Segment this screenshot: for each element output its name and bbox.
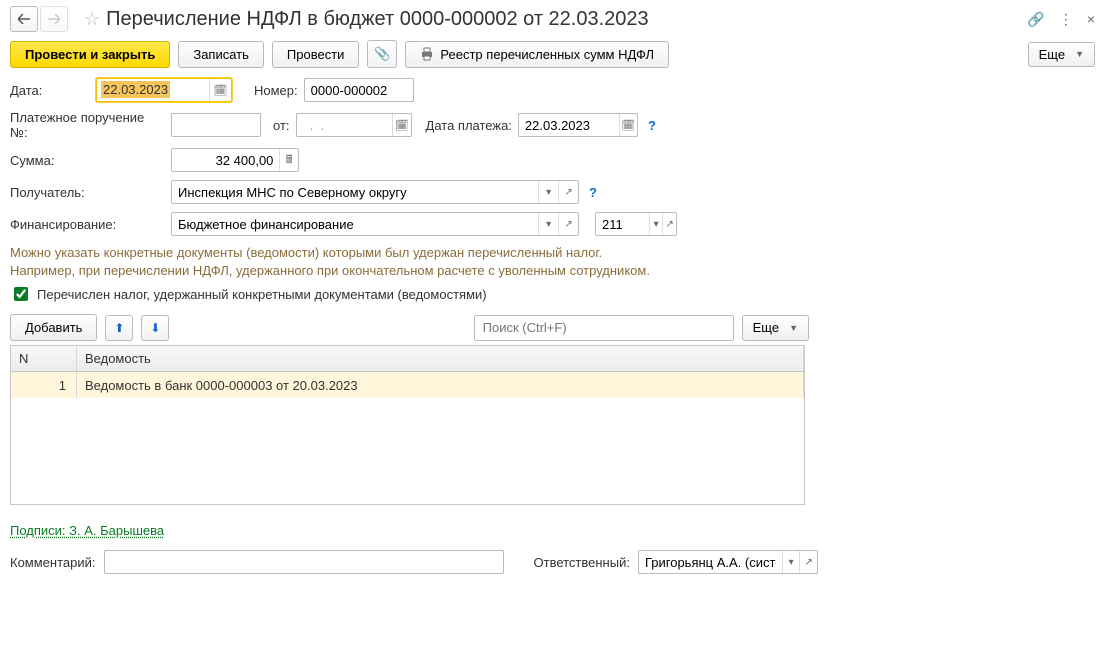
open-icon[interactable] — [799, 551, 817, 573]
from-date-field[interactable] — [296, 113, 412, 137]
amount-input[interactable] — [172, 149, 279, 171]
move-up-button[interactable]: ⬆ — [105, 315, 133, 341]
add-button[interactable]: Добавить — [10, 314, 97, 341]
table-header: N Ведомость — [11, 346, 804, 372]
payment-date-input[interactable] — [519, 114, 619, 136]
search-input[interactable] — [475, 316, 733, 340]
responsible-field[interactable] — [638, 550, 818, 574]
dropdown-icon[interactable] — [649, 213, 663, 235]
printer-icon — [420, 47, 434, 61]
more-label: Еще — [1039, 47, 1065, 62]
more-vertical-icon[interactable]: ⋮ — [1059, 11, 1073, 28]
comment-input[interactable] — [105, 551, 503, 573]
dropdown-icon[interactable] — [538, 181, 558, 203]
open-icon[interactable] — [662, 213, 676, 235]
open-icon[interactable] — [558, 213, 578, 235]
registry-button[interactable]: Реестр перечисленных сумм НДФЛ — [405, 41, 669, 68]
payment-order-field[interactable] — [171, 113, 261, 137]
table-more-button[interactable]: Еще ▼ — [742, 315, 809, 341]
search-field[interactable] — [474, 315, 734, 341]
move-down-button[interactable]: ⬇ — [141, 315, 169, 341]
payment-date-label: Дата платежа: — [426, 118, 512, 133]
chevron-down-icon: ▼ — [789, 323, 798, 333]
date-value: 22.03.2023 — [101, 81, 170, 98]
date-field[interactable]: 22.03.2023 — [96, 78, 232, 102]
help-icon[interactable]: ? — [585, 185, 601, 200]
recipient-field[interactable] — [171, 180, 579, 204]
paperclip-icon: 📎 — [374, 46, 390, 62]
payment-order-label: Платежное поручение №: — [10, 110, 165, 140]
cell-document: Ведомость в банк 0000-000003 от 20.03.20… — [77, 372, 804, 398]
from-date-input[interactable] — [297, 114, 393, 136]
kosgu-input[interactable] — [596, 213, 649, 235]
responsible-label: Ответственный: — [534, 555, 630, 570]
attach-button[interactable]: 📎 — [367, 40, 397, 68]
forward-button[interactable] — [40, 6, 68, 32]
payment-date-field[interactable] — [518, 113, 638, 137]
col-number-header[interactable]: N — [11, 346, 77, 371]
calculator-icon[interactable] — [279, 149, 298, 171]
date-label: Дата: — [10, 83, 90, 98]
kosgu-field[interactable] — [595, 212, 677, 236]
close-icon[interactable]: × — [1087, 11, 1095, 27]
amount-label: Сумма: — [10, 153, 165, 168]
financing-input[interactable] — [172, 213, 538, 235]
dropdown-icon[interactable] — [782, 551, 800, 573]
help-icon[interactable]: ? — [644, 118, 660, 133]
post-button[interactable]: Провести — [272, 41, 360, 68]
col-document-header[interactable]: Ведомость — [77, 346, 804, 371]
number-label: Номер: — [254, 83, 298, 98]
registry-label: Реестр перечисленных сумм НДФЛ — [440, 47, 654, 62]
signatures-link[interactable]: Подписи: З. А. Барышева — [10, 523, 164, 538]
cell-number: 1 — [11, 372, 77, 398]
post-and-close-button[interactable]: Провести и закрыть — [10, 41, 170, 68]
hint-text: Можно указать конкретные документы (ведо… — [10, 244, 1095, 280]
calendar-icon[interactable] — [392, 114, 410, 136]
save-button[interactable]: Записать — [178, 41, 264, 68]
comment-label: Комментарий: — [10, 555, 96, 570]
payment-order-input[interactable] — [172, 114, 260, 136]
favorite-icon[interactable]: ☆ — [84, 9, 100, 30]
comment-field[interactable] — [104, 550, 504, 574]
dropdown-icon[interactable] — [538, 213, 558, 235]
checkbox-label: Перечислен налог, удержанный конкретными… — [37, 287, 487, 302]
documents-table: N Ведомость 1 Ведомость в банк 0000-0000… — [10, 345, 805, 505]
table-row[interactable]: 1 Ведомость в банк 0000-000003 от 20.03.… — [11, 372, 804, 398]
calendar-icon[interactable] — [209, 79, 231, 101]
from-label: от: — [273, 118, 290, 133]
recipient-input[interactable] — [172, 181, 538, 203]
calendar-icon[interactable] — [619, 114, 637, 136]
chevron-down-icon: ▼ — [1075, 49, 1084, 59]
page-title: Перечисление НДФЛ в бюджет 0000-000002 о… — [106, 8, 1027, 31]
arrow-down-icon: ⬇ — [150, 321, 160, 335]
open-icon[interactable] — [558, 181, 578, 203]
specific-documents-checkbox[interactable] — [14, 287, 28, 301]
hint-line1: Можно указать конкретные документы (ведо… — [10, 244, 1095, 262]
table-more-label: Еще — [753, 320, 779, 335]
back-button[interactable] — [10, 6, 38, 32]
financing-label: Финансирование: — [10, 217, 165, 232]
recipient-label: Получатель: — [10, 185, 165, 200]
responsible-input[interactable] — [639, 551, 782, 573]
link-icon[interactable]: 🔗 — [1027, 11, 1044, 28]
hint-line2: Например, при перечислении НДФЛ, удержан… — [10, 262, 1095, 280]
arrow-up-icon: ⬆ — [114, 321, 124, 335]
number-input[interactable] — [305, 79, 413, 101]
financing-field[interactable] — [171, 212, 579, 236]
amount-field[interactable] — [171, 148, 299, 172]
more-button[interactable]: Еще ▼ — [1028, 42, 1095, 67]
number-field[interactable] — [304, 78, 414, 102]
